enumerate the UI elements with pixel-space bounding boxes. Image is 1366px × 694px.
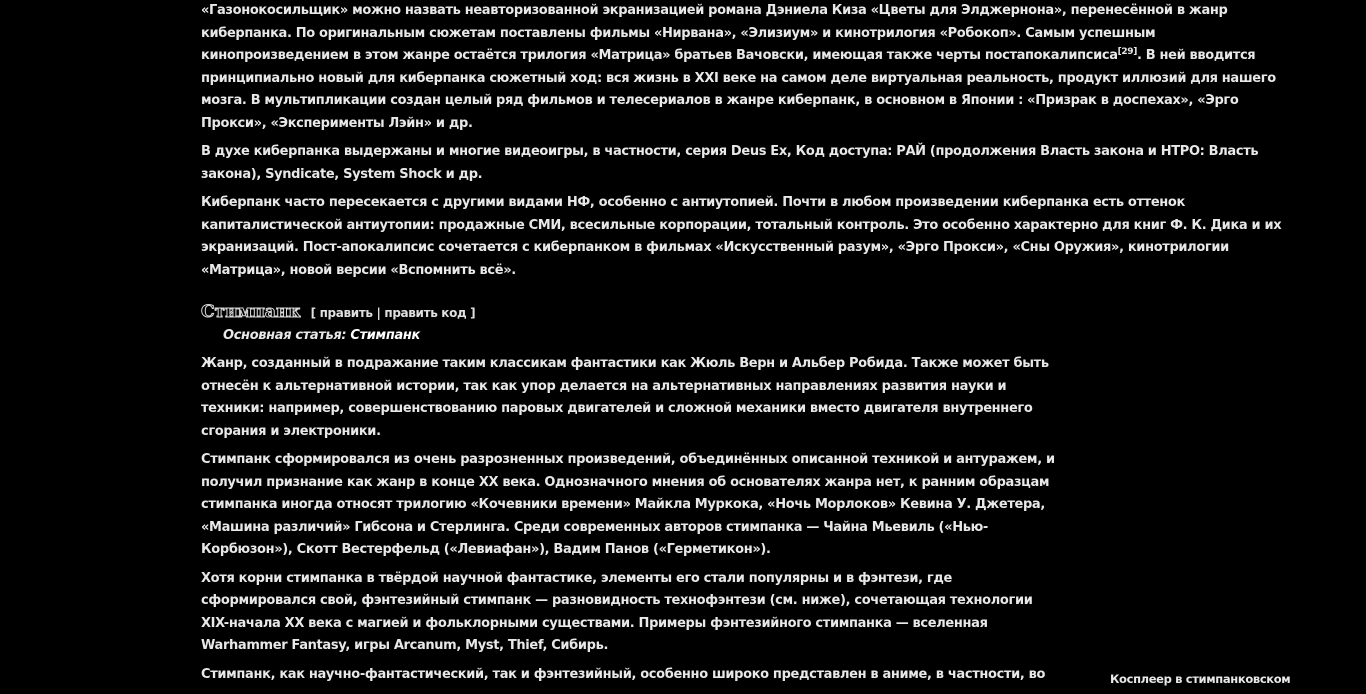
paragraph-cyberpunk-games: В духе киберпанка выдержаны и многие вид…: [201, 144, 1259, 182]
paragraph-cyberpunk-films: «Газонокосильщик» можно назвать неавтори…: [201, 0, 1321, 135]
edit-source-link[interactable]: править код: [384, 306, 466, 320]
edit-section-link[interactable]: править: [320, 306, 373, 320]
bracket-open: [: [310, 306, 320, 320]
image-caption: Косплеер в стимпанковском: [1110, 672, 1291, 686]
bracket-close: ]: [466, 306, 476, 320]
separator: |: [372, 306, 385, 320]
edit-links: [ править | править код ]: [311, 302, 476, 325]
section-heading-steampunk: Стимпанк [ править | править код ]: [201, 301, 476, 325]
main-article-link[interactable]: Стимпанк: [350, 328, 420, 343]
paragraph-steampunk-anime: Стимпанк, как научно-фантастический, так…: [201, 666, 1046, 682]
cyberpunk-section-text: «Газонокосильщик» можно назвать неавтори…: [201, 0, 1321, 282]
main-article-note: Основная статья: Стимпанк: [223, 325, 420, 348]
paragraph-steampunk-fantasy: Хотя корни стимпанка в твёрдой научной ф…: [201, 570, 1033, 654]
paragraph-steampunk-definition: Жанр, созданный в подражание таким класс…: [201, 356, 1049, 439]
paragraph-text: «Газонокосильщик» можно назвать неавтори…: [201, 3, 1228, 63]
reference-link[interactable]: [29]: [1118, 47, 1138, 57]
steampunk-section-text: Жанр, созданный в подражание таким класс…: [201, 353, 1091, 686]
main-article-label: Основная статья:: [223, 328, 351, 343]
paragraph-cyberpunk-dystopia: Киберпанк часто пересекается с другими в…: [201, 195, 1282, 278]
paragraph-steampunk-history: Стимпанк сформировался из очень разрозне…: [201, 452, 1055, 557]
section-title: Стимпанк: [201, 302, 302, 323]
